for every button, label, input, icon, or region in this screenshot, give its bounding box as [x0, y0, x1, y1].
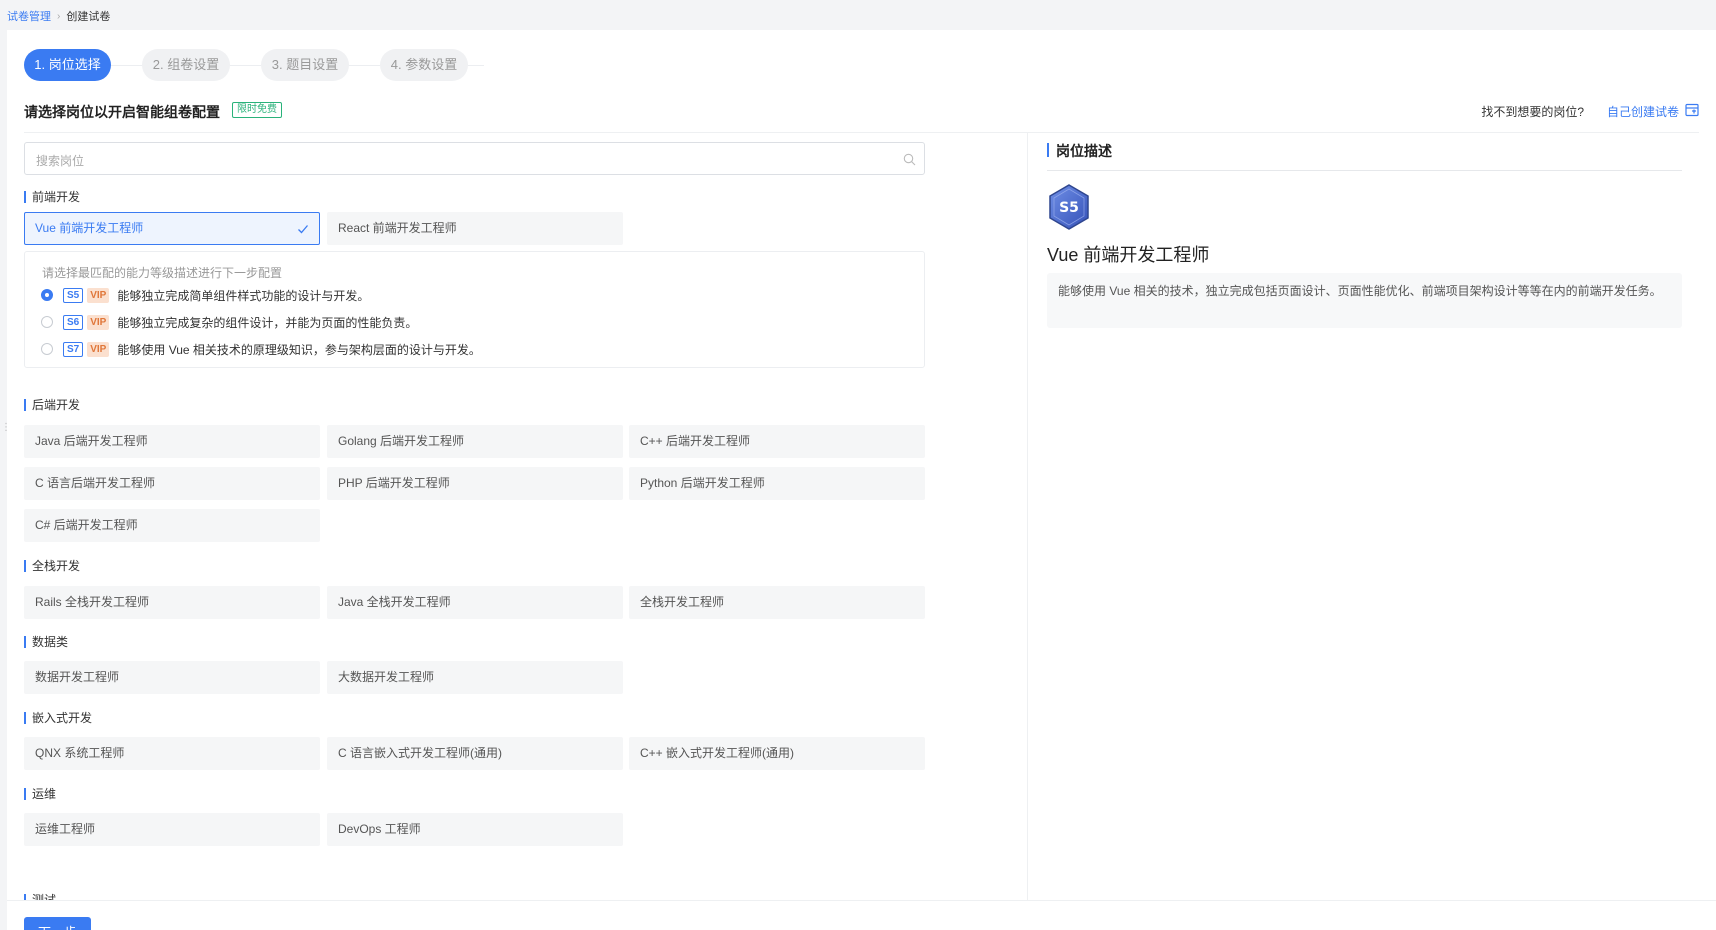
- vip-badge: VIP: [87, 314, 110, 330]
- category-data: 数据类: [24, 635, 68, 649]
- category-embedded: 嵌入式开发: [24, 711, 92, 725]
- category-backend: 后端开发: [24, 398, 80, 412]
- breadcrumb-current: 创建试卷: [66, 11, 111, 23]
- position-php-backend[interactable]: PHP 后端开发工程师: [327, 467, 623, 500]
- level-option-s7[interactable]: S7 VIP 能够使用 Vue 相关技术的原理级知识，参与架构层面的设计与开发。: [41, 341, 481, 357]
- position-java-backend[interactable]: Java 后端开发工程师: [24, 425, 320, 458]
- level-hexagon-badge: S5: [1049, 184, 1089, 230]
- position-c-backend[interactable]: C 语言后端开发工程师: [24, 467, 320, 500]
- next-button[interactable]: 下一步: [24, 917, 91, 930]
- level-text: 能够使用 Vue 相关技术的原理级知识，参与架构层面的设计与开发。: [117, 342, 481, 357]
- level-selection-box: 请选择最匹配的能力等级描述进行下一步配置 S5 VIP 能够独立完成简单组件样式…: [24, 251, 925, 368]
- vip-badge: VIP: [87, 341, 110, 357]
- radio-unselected[interactable]: [41, 343, 53, 355]
- position-python-backend[interactable]: Python 后端开发工程师: [629, 467, 925, 500]
- description-heading: 岗位描述: [1047, 141, 1112, 161]
- description-text: 能够使用 Vue 相关的技术，独立完成包括页面设计、页面性能优化、前端项目架构设…: [1047, 273, 1682, 328]
- position-ops-engineer[interactable]: 运维工程师: [24, 813, 320, 846]
- category-fullstack: 全栈开发: [24, 559, 80, 573]
- level-text: 能够独立完成复杂的组件设计，并能为页面的性能负责。: [117, 315, 418, 330]
- page-title: 请选择岗位以开启智能组卷配置: [24, 104, 220, 120]
- vip-badge: VIP: [87, 287, 110, 303]
- position-qnx[interactable]: QNX 系统工程师: [24, 737, 320, 770]
- radio-unselected[interactable]: [41, 316, 53, 328]
- create-paper-icon[interactable]: [1685, 103, 1699, 117]
- position-data-engineer[interactable]: 数据开发工程师: [24, 661, 320, 694]
- position-csharp-backend[interactable]: C# 后端开发工程师: [24, 509, 320, 542]
- self-create-link[interactable]: 自己创建试卷: [1607, 103, 1679, 120]
- breadcrumb-link-exam-management[interactable]: 试卷管理: [7, 8, 51, 24]
- position-cpp-backend[interactable]: C++ 后端开发工程师: [629, 425, 925, 458]
- search-input[interactable]: 搜索岗位: [24, 142, 925, 175]
- level-hint: 请选择最匹配的能力等级描述进行下一步配置: [42, 266, 283, 280]
- search-icon: [903, 153, 916, 166]
- position-list-panel: 搜索岗位 前端开发 Vue 前端开发工程师 React 前端开发工程师 请选择最…: [24, 133, 925, 900]
- title-row: 请选择岗位以开启智能组卷配置 限时免费 找不到想要的岗位? 自己创建试卷: [24, 100, 1699, 124]
- step-paper-settings[interactable]: 2. 组卷设置: [142, 49, 230, 81]
- stepper: 1. 岗位选择 2. 组卷设置 3. 题目设置 4. 参数设置: [24, 49, 514, 81]
- position-java-fullstack[interactable]: Java 全栈开发工程师: [327, 586, 623, 619]
- chevron-right-icon: ›: [57, 10, 61, 22]
- position-c-embedded[interactable]: C 语言嵌入式开发工程师(通用): [327, 737, 623, 770]
- check-icon: [298, 225, 308, 234]
- level-tag: S5: [63, 287, 84, 303]
- category-test: 测试: [24, 893, 56, 900]
- free-badge: 限时免费: [232, 102, 282, 118]
- position-label: Vue 前端开发工程师: [35, 221, 144, 235]
- description-divider: [1047, 170, 1682, 171]
- category-frontend: 前端开发: [24, 190, 80, 204]
- category-ops: 运维: [24, 787, 56, 801]
- description-title: Vue 前端开发工程师: [1047, 245, 1210, 265]
- level-option-s6[interactable]: S6 VIP 能够独立完成复杂的组件设计，并能为页面的性能负责。: [41, 314, 417, 330]
- level-tag: S7: [63, 341, 84, 357]
- position-react-frontend[interactable]: React 前端开发工程师: [327, 212, 623, 245]
- position-fullstack[interactable]: 全栈开发工程师: [629, 586, 925, 619]
- position-golang-backend[interactable]: Golang 后端开发工程师: [327, 425, 623, 458]
- cant-find-text: 找不到想要的岗位?: [1481, 105, 1584, 119]
- position-devops[interactable]: DevOps 工程师: [327, 813, 623, 846]
- step-question-settings[interactable]: 3. 题目设置: [261, 49, 349, 81]
- position-cpp-embedded[interactable]: C++ 嵌入式开发工程师(通用): [629, 737, 925, 770]
- search-placeholder: 搜索岗位: [36, 154, 85, 168]
- radio-selected[interactable]: [41, 289, 53, 301]
- level-text: 能够独立完成简单组件样式功能的设计与开发。: [117, 288, 370, 303]
- badge-level-text: S5: [1059, 200, 1079, 216]
- step-parameter-settings[interactable]: 4. 参数设置: [380, 49, 468, 81]
- position-bigdata-engineer[interactable]: 大数据开发工程师: [327, 661, 623, 694]
- main-card: 1. 岗位选择 2. 组卷设置 3. 题目设置 4. 参数设置 请选择岗位以开启…: [7, 30, 1716, 930]
- footer-bar: 下一步: [7, 900, 1716, 930]
- position-rails-fullstack[interactable]: Rails 全栈开发工程师: [24, 586, 320, 619]
- level-tag: S6: [63, 314, 84, 330]
- step-position-select[interactable]: 1. 岗位选择: [24, 49, 111, 81]
- level-option-s5[interactable]: S5 VIP 能够独立完成简单组件样式功能的设计与开发。: [41, 287, 369, 303]
- position-vue-frontend[interactable]: Vue 前端开发工程师: [24, 212, 320, 245]
- breadcrumb: 试卷管理 › 创建试卷: [7, 8, 110, 24]
- panel-divider: [1027, 133, 1028, 900]
